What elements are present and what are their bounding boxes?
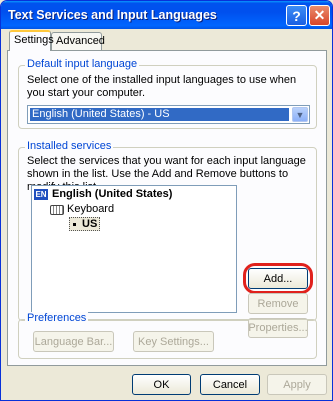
- language-node[interactable]: English (United States): [52, 188, 172, 201]
- apply-button[interactable]: Apply: [267, 374, 327, 395]
- services-tree[interactable]: EN English (United States) Keyboard US: [31, 185, 237, 313]
- installed-services-group: Installed services Select the services t…: [18, 140, 317, 338]
- default-language-selected: English (United States) - US: [30, 108, 289, 121]
- ok-button[interactable]: OK: [132, 374, 191, 395]
- title-bar: Text Services and Input Languages ? ✕: [1, 1, 332, 29]
- window-title: Text Services and Input Languages: [8, 8, 217, 22]
- default-language-description: Select one of the installed input langua…: [27, 74, 297, 99]
- keyboard-node[interactable]: Keyboard: [67, 203, 114, 216]
- default-language-group: Default input language Select one of the…: [18, 58, 317, 129]
- tab-advanced[interactable]: Advanced: [51, 32, 105, 50]
- default-language-dropdown[interactable]: English (United States) - US ▼: [27, 105, 310, 124]
- layout-node[interactable]: US: [82, 218, 97, 231]
- keyboard-icon: [50, 205, 64, 215]
- close-button[interactable]: ✕: [309, 5, 330, 26]
- preferences-group: Preferences Language Bar... Key Settings…: [18, 312, 317, 359]
- preferences-group-label: Preferences: [25, 312, 89, 324]
- language-bar-button[interactable]: Language Bar...: [33, 331, 114, 352]
- help-button[interactable]: ?: [286, 5, 307, 26]
- cancel-button[interactable]: Cancel: [200, 374, 260, 395]
- default-language-group-label: Default input language: [25, 58, 140, 70]
- bullet-icon: [73, 223, 76, 226]
- settings-panel: Default input language Select one of the…: [7, 50, 327, 366]
- key-settings-button[interactable]: Key Settings...: [133, 331, 214, 352]
- language-badge-icon: EN: [34, 189, 48, 200]
- remove-button[interactable]: Remove: [248, 293, 308, 314]
- chevron-down-icon[interactable]: ▼: [292, 107, 308, 122]
- highlight-ring: [243, 263, 313, 294]
- installed-services-group-label: Installed services: [25, 140, 114, 152]
- tab-settings[interactable]: Settings: [9, 30, 54, 51]
- dialog-window: Text Services and Input Languages ? ✕ Se…: [0, 0, 333, 401]
